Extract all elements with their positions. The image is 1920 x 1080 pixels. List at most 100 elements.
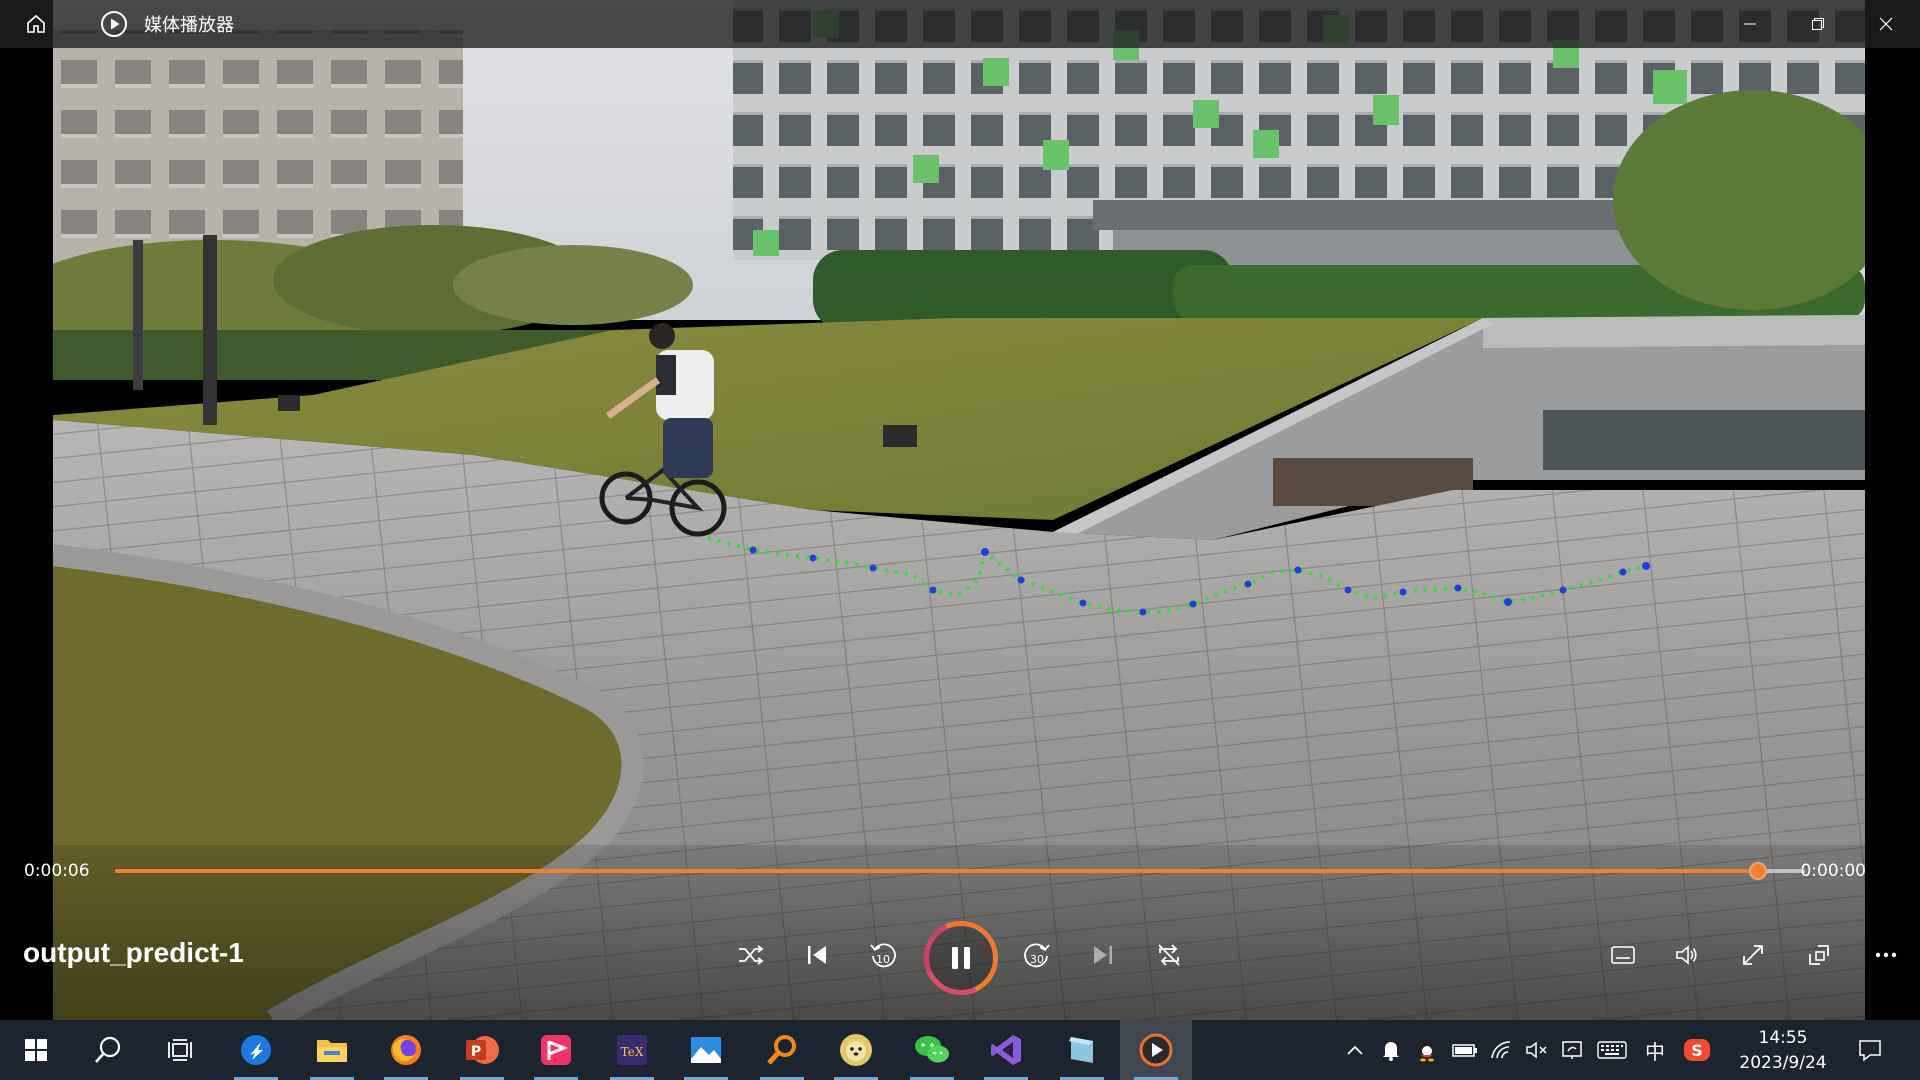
- tray-notifications[interactable]: [1378, 1020, 1404, 1080]
- pause-button[interactable]: [924, 921, 998, 995]
- pause-icon: [952, 947, 970, 969]
- repeat-off-icon: [1158, 944, 1180, 966]
- ime-icon: 中: [1645, 1039, 1665, 1064]
- shuffle-button[interactable]: [728, 932, 774, 978]
- clock-time: 14:55: [1758, 1028, 1808, 1048]
- dog-app-icon: [840, 1034, 872, 1066]
- powerpoint-icon: P: [466, 1036, 499, 1064]
- tray-overflow-button[interactable]: [1340, 1020, 1370, 1080]
- home-icon: [27, 14, 45, 33]
- close-button[interactable]: [1852, 0, 1920, 48]
- tray-network[interactable]: [1557, 1020, 1587, 1080]
- next-button[interactable]: [1080, 932, 1126, 978]
- title-bar: 媒体播放器: [0, 0, 1920, 48]
- more-icon: [1875, 952, 1897, 958]
- tray-wifi[interactable]: [1487, 1020, 1517, 1080]
- minimize-icon: [1744, 23, 1756, 25]
- taskbar-app-feishu[interactable]: [220, 1020, 292, 1080]
- taskbar-app-visual-studio[interactable]: [970, 1020, 1042, 1080]
- network-icon: [1562, 1041, 1582, 1059]
- folder-icon: [317, 1040, 347, 1062]
- flag-app-icon: [541, 1035, 571, 1065]
- tray-volume[interactable]: [1522, 1020, 1552, 1080]
- clock[interactable]: 14:55 2023/9/24: [1728, 1026, 1838, 1076]
- media-player-window: 媒体播放器 0:00:06 0:00:00 output_predict-1 1…: [0, 0, 1920, 1080]
- media-player-icon: [1139, 1033, 1173, 1067]
- more-options-button[interactable]: [1863, 932, 1909, 978]
- clock-date: 2023/9/24: [1739, 1053, 1827, 1073]
- fullscreen-button[interactable]: [1730, 932, 1776, 978]
- volume-button[interactable]: [1664, 932, 1710, 978]
- tray-sogou[interactable]: S: [1680, 1020, 1714, 1080]
- taskbar-app-search-tool[interactable]: [746, 1020, 818, 1080]
- taskbar-app-notes[interactable]: [1046, 1020, 1118, 1080]
- shuffle-icon: [739, 945, 764, 965]
- taskbar-app-texstudio[interactable]: TeX: [596, 1020, 668, 1080]
- visual-studio-icon: [991, 1035, 1021, 1065]
- home-button[interactable]: [12, 0, 60, 48]
- skip-next-icon: [1094, 946, 1112, 964]
- minimize-button[interactable]: [1716, 0, 1784, 48]
- close-icon: [1879, 17, 1893, 31]
- taskbar-app-dog[interactable]: [820, 1020, 892, 1080]
- photos-icon: [691, 1037, 721, 1063]
- taskbar-app-powerpoint[interactable]: P: [446, 1020, 518, 1080]
- tray-qq[interactable]: [1412, 1020, 1442, 1080]
- window-controls: [1716, 0, 1920, 48]
- search-icon: [95, 1036, 121, 1063]
- action-center-icon: [1859, 1040, 1881, 1061]
- volume-icon: [1676, 945, 1697, 965]
- start-button[interactable]: [0, 1020, 72, 1080]
- taskbar: P TeX 中 S 14:55 2023/9/24: [0, 1020, 1920, 1080]
- mini-player-button[interactable]: [1796, 932, 1842, 978]
- tex-icon: TeX: [617, 1035, 647, 1065]
- rewind-10-icon: 10: [870, 943, 896, 968]
- feishu-icon: [241, 1035, 271, 1065]
- taskbar-app-wechat[interactable]: [896, 1020, 968, 1080]
- forward-30-label: 30: [1030, 953, 1044, 966]
- forward-30-button[interactable]: 30: [1014, 932, 1060, 978]
- tray-battery[interactable]: [1450, 1020, 1480, 1080]
- notification-bell-icon: [1383, 1042, 1399, 1061]
- action-center-button[interactable]: [1846, 1020, 1894, 1080]
- wifi-icon: [1491, 1041, 1511, 1059]
- search-button[interactable]: [72, 1020, 144, 1080]
- repeat-button[interactable]: [1146, 932, 1192, 978]
- restore-icon: [1812, 18, 1824, 30]
- rewind-10-button[interactable]: 10: [860, 932, 906, 978]
- taskbar-app-media-player[interactable]: [1120, 1020, 1192, 1080]
- previous-button[interactable]: [794, 932, 840, 978]
- windows-icon: [25, 1039, 47, 1061]
- taskbar-app-file-explorer[interactable]: [296, 1020, 368, 1080]
- wechat-icon: [915, 1036, 949, 1063]
- task-view-button[interactable]: [144, 1020, 216, 1080]
- tray-keyboard[interactable]: [1594, 1020, 1630, 1080]
- keyboard-icon: [1597, 1041, 1627, 1059]
- media-player-icon: [100, 10, 128, 38]
- svg-text:S: S: [1691, 1041, 1703, 1060]
- seek-thumb[interactable]: [1748, 862, 1767, 880]
- notes-icon: [1069, 1037, 1093, 1063]
- taskbar-app-photos[interactable]: [670, 1020, 742, 1080]
- restore-button[interactable]: [1784, 0, 1852, 48]
- qq-icon: [1420, 1040, 1434, 1062]
- forward-30-icon: 30: [1024, 943, 1050, 968]
- fullscreen-icon: [1743, 945, 1763, 965]
- total-time: 0:00:00: [1800, 861, 1866, 881]
- rewind-10-label: 10: [876, 953, 890, 966]
- window-title: 媒体播放器: [144, 15, 234, 36]
- video-title: output_predict-1: [23, 937, 244, 968]
- sogou-icon: S: [1684, 1039, 1710, 1061]
- chevron-up-icon: [1347, 1045, 1363, 1055]
- taskbar-app-firefox[interactable]: [370, 1020, 442, 1080]
- volume-mute-icon: [1526, 1041, 1547, 1059]
- magnifier-icon: [767, 1035, 796, 1065]
- subtitles-button[interactable]: [1600, 932, 1646, 978]
- firefox-icon: [391, 1035, 421, 1065]
- seek-bar[interactable]: [115, 862, 1805, 880]
- taskbar-app-flag[interactable]: [520, 1020, 592, 1080]
- task-view-icon: [168, 1039, 192, 1061]
- current-time: 0:00:06: [24, 861, 90, 881]
- tray-ime[interactable]: 中: [1640, 1020, 1670, 1080]
- mini-player-icon: [1809, 945, 1829, 965]
